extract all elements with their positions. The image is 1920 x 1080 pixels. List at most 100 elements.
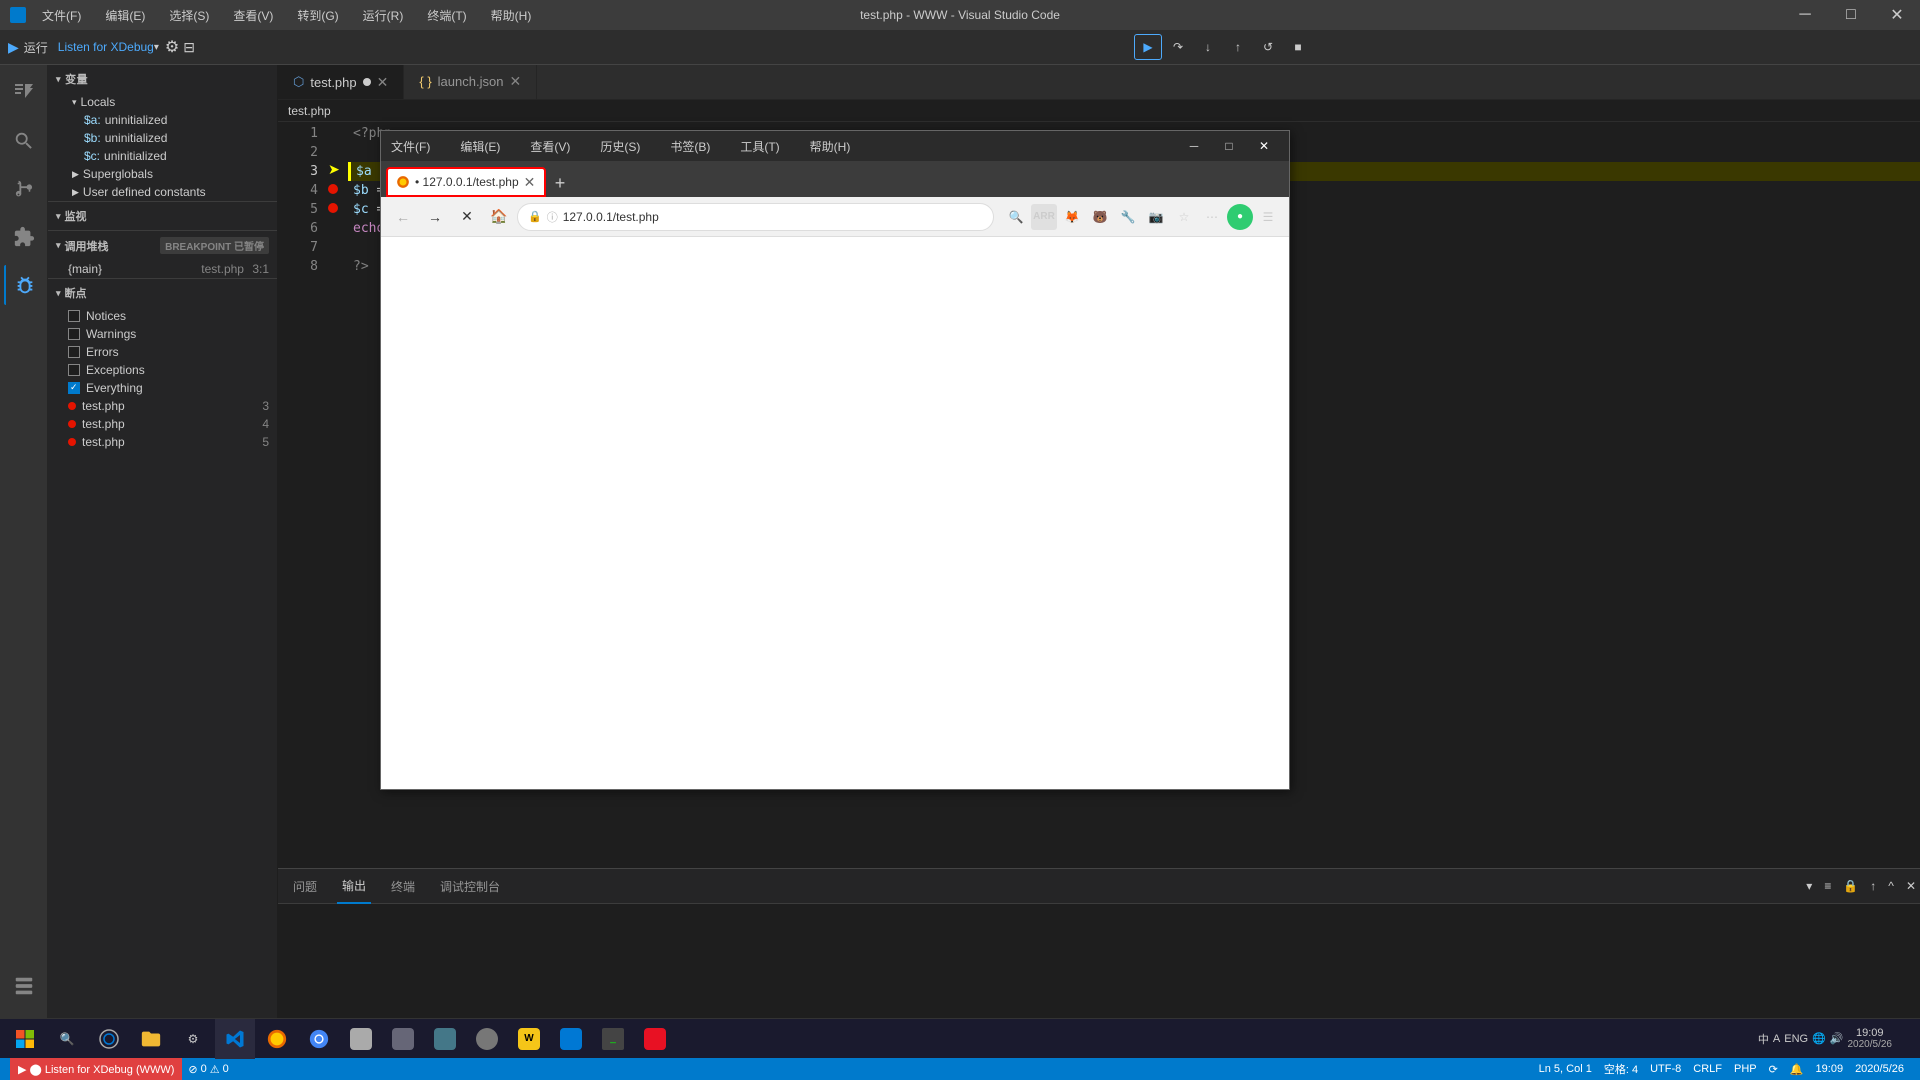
panel-lock-btn[interactable]: 🔒 [1839,879,1862,893]
tab-launch-json-close-icon[interactable]: ✕ [509,73,521,90]
taskbar-explorer-button[interactable] [131,1019,171,1059]
status-sync-icon[interactable]: ⟳ [1763,1063,1784,1076]
status-encoding[interactable]: UTF-8 [1644,1063,1687,1075]
browser-reload-button[interactable]: ✕ [453,203,481,231]
panel-dropdown-btn[interactable]: ▾ [1802,879,1816,893]
browser-active-tab[interactable]: • 127.0.0.1/test.php ✕ [386,167,546,197]
close-button[interactable]: ✕ [1874,0,1920,30]
menu-goto[interactable]: 转到(G) [289,0,346,30]
debug-restart-button[interactable]: ↺ [1254,34,1282,60]
status-spaces[interactable]: 空格: 4 [1598,1061,1644,1077]
browser-maximize-button[interactable]: □ [1214,135,1244,157]
menu-run[interactable]: 运行(R) [355,0,412,30]
debug-config-label[interactable]: Listen for XDebug [58,40,154,54]
debug-stepout-button[interactable]: ↑ [1224,34,1252,60]
user-constants-header[interactable]: ▶ User defined constants [56,183,277,201]
taskbar-settings-button[interactable]: ⚙ [173,1019,213,1059]
panel-tab-problems[interactable]: 问题 [288,869,322,904]
tray-network-icon[interactable]: 🌐 [1812,1032,1826,1045]
browser-menu-view[interactable]: 查看(V) [530,138,570,155]
browser-addon-1-icon[interactable]: 🦊 [1059,204,1085,230]
bp-file-1-name[interactable]: test.php [82,399,125,413]
panel-tab-terminal[interactable]: 终端 [386,869,420,904]
activity-search-icon[interactable] [4,121,44,161]
status-line-ending[interactable]: CRLF [1687,1063,1728,1075]
status-bell-icon[interactable]: 🔔 [1784,1063,1810,1076]
browser-menu-history[interactable]: 历史(S) [600,138,640,155]
browser-more-icon[interactable]: ⋯ [1199,204,1225,230]
maximize-button[interactable]: □ [1828,0,1874,30]
panel-maximize-btn[interactable]: ^ [1884,879,1898,893]
status-line-col[interactable]: Ln 5, Col 1 [1533,1063,1598,1075]
show-desktop-button[interactable] [1896,1019,1912,1059]
browser-home-button[interactable]: 🏠 [485,203,513,231]
browser-menu-edit[interactable]: 编辑(E) [460,138,500,155]
menu-view[interactable]: 查看(V) [225,0,281,30]
panel-tab-debug-console[interactable]: 调试控制台 [435,869,505,904]
browser-back-button[interactable]: ← [389,203,417,231]
taskbar-start-button[interactable] [5,1019,45,1059]
menu-help[interactable]: 帮助(H) [483,0,540,30]
menu-terminal[interactable]: 终端(T) [419,0,474,30]
taskbar-app9-button[interactable] [425,1019,465,1059]
taskbar-app7-button[interactable] [341,1019,381,1059]
browser-screenshot-icon[interactable]: 📷 [1143,204,1169,230]
browser-address-bar[interactable]: 🔒 ⓘ 127.0.0.1/test.php [517,203,994,231]
tab-close-icon[interactable]: ✕ [377,74,389,91]
bp-notices-checkbox[interactable] [68,310,80,322]
breakpoints-header[interactable]: ▾ 断点 [48,279,277,307]
bp-everything-checkbox[interactable] [68,382,80,394]
monitoring-header[interactable]: ▾ 监视 [48,202,277,230]
debug-terminal-icon[interactable]: ⊟ [183,39,195,56]
tab-test-php[interactable]: ⬡ test.php ✕ [278,65,404,99]
debug-stop-button[interactable]: ■ [1284,34,1312,60]
debug-caret-icon[interactable]: ▾ [154,42,159,53]
browser-arr-icon[interactable]: ARR [1031,204,1057,230]
browser-addon-2-icon[interactable]: 🐻 [1087,204,1113,230]
taskbar-app11-button[interactable]: W [509,1019,549,1059]
browser-hamburger-icon[interactable]: ☰ [1255,204,1281,230]
browser-minimize-button[interactable]: ─ [1179,135,1209,157]
activity-extensions-icon[interactable] [4,217,44,257]
taskbar-terminal-button[interactable]: _ [593,1019,633,1059]
browser-tab-close-icon[interactable]: ✕ [524,174,536,191]
bp-warnings-checkbox[interactable] [68,328,80,340]
menu-select[interactable]: 选择(S) [161,0,217,30]
minimize-button[interactable]: ─ [1782,0,1828,30]
panel-restore-btn[interactable]: ↑ [1866,879,1880,893]
activity-explorer-icon[interactable] [4,73,44,113]
debug-continue-button[interactable]: ▶ [1134,34,1162,60]
debug-stepover-button[interactable]: ↷ [1164,34,1192,60]
browser-menu-tools[interactable]: 工具(T) [740,138,779,155]
taskbar-search-button[interactable]: 🔍 [47,1019,87,1059]
activity-git-icon[interactable] [4,169,44,209]
taskbar-app10-button[interactable] [467,1019,507,1059]
locals-header[interactable]: ▾ Locals [56,93,277,111]
browser-add-tab-button[interactable]: + [546,169,574,197]
variables-header[interactable]: ▾ 变量 [48,65,277,93]
taskbar-app14-button[interactable] [635,1019,675,1059]
browser-menu-bookmarks[interactable]: 书签(B) [670,138,710,155]
taskbar-app8-button[interactable] [383,1019,423,1059]
browser-star-icon[interactable]: ☆ [1171,204,1197,230]
tab-launch-json[interactable]: { } launch.json ✕ [404,65,537,99]
menu-edit[interactable]: 编辑(E) [97,0,153,30]
taskbar-cortana-button[interactable] [89,1019,129,1059]
taskbar-app12-button[interactable] [551,1019,591,1059]
tray-clock[interactable]: 19:09 2020/5/26 [1848,1027,1893,1050]
status-language[interactable]: PHP [1728,1063,1763,1075]
browser-forward-button[interactable]: → [421,203,449,231]
debug-status-indicator[interactable]: ▶ ⬤ Listen for XDebug (WWW) [10,1058,182,1080]
debug-settings-icon[interactable]: ⚙ [165,37,179,57]
callstack-main-item[interactable]: {main} test.php 3:1 [48,260,277,278]
bp-errors-checkbox[interactable] [68,346,80,358]
superglobals-header[interactable]: ▶ Superglobals [56,165,277,183]
tray-volume-icon[interactable]: 🔊 [1830,1032,1844,1045]
panel-layout-btn[interactable]: ≡ [1820,879,1835,893]
activity-remote-icon[interactable] [4,966,44,1006]
taskbar-browser-button[interactable] [257,1019,297,1059]
panel-close-btn[interactable]: ✕ [1902,879,1920,893]
taskbar-chrome-button[interactable] [299,1019,339,1059]
browser-search-icon[interactable]: 🔍 [1003,204,1029,230]
debug-run-icon[interactable]: ▶ [8,39,19,56]
